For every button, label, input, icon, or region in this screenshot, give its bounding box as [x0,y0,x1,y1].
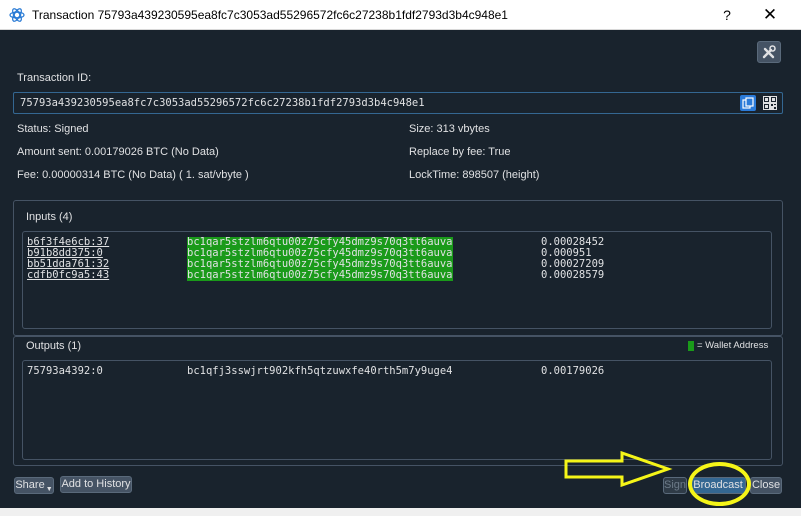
share-button[interactable]: Share▼ [14,477,54,494]
locktime-label: LockTime: 898507 (height) [409,169,540,181]
transaction-dialog: Transaction ID: 75793a439230595ea8fc7c30… [0,30,801,508]
inputs-title: Inputs (4) [26,211,73,223]
outputs-list[interactable]: 75793a4392:0 bc1qfj3sswjrt902kfh5qtzuwxf… [22,360,772,460]
outputs-title: Outputs (1) [26,340,82,352]
bottom-strip [0,508,801,516]
add-to-history-button[interactable]: Add to History [60,476,132,493]
help-button[interactable]: ? [715,3,739,27]
rbf-label: Replace by fee: True [409,146,511,158]
wallet-address-legend-swatch [688,341,694,351]
wrench-icon [762,45,776,59]
inputs-list[interactable]: b6f3f4e6cb:37 bc1qar5stzlm6qtu00z75cfy45… [22,231,772,329]
size-label: Size: 313 vbytes [409,123,490,135]
annotation-arrow-icon [564,451,673,487]
output-amount: 0.00179026 [541,365,605,377]
tools-button[interactable] [757,41,781,63]
copy-icon[interactable] [740,95,756,111]
fee-label: Fee: 0.00000314 BTC (No Data) ( 1. sat/v… [17,169,249,181]
electrum-logo-icon [9,8,25,22]
qr-code-icon[interactable] [762,95,778,111]
annotation-circle [688,462,751,506]
output-outpoint: 75793a4392:0 [27,365,103,377]
input-outpoint-link[interactable]: cdfb0fc9a5:43 [27,270,109,281]
input-address: bc1qar5stzlm6qtu00z75cfy45dmz9s70q3tt6au… [187,269,453,281]
close-button[interactable]: Close [750,477,782,494]
input-amount: 0.00028579 [541,269,605,281]
output-address: bc1qfj3sswjrt902kfh5qtzuwxfe40rth5m7y9ug… [187,365,453,377]
dropdown-arrow-icon: ▼ [45,486,53,493]
window-title: Transaction 75793a439230595ea8fc7c3053ad… [32,8,508,22]
window-close-button[interactable]: ✕ [758,3,782,27]
window-titlebar: Transaction 75793a439230595ea8fc7c3053ad… [0,0,801,30]
txid-value[interactable]: 75793a439230595ea8fc7c3053ad55296572fc6c… [20,97,425,109]
txid-label: Transaction ID: [17,72,92,84]
share-button-label: Share [15,479,45,491]
amount-sent-label: Amount sent: 0.00179026 BTC (No Data) [17,146,219,158]
status-label: Status: Signed [17,123,89,135]
wallet-address-legend-label: = Wallet Address [697,340,769,351]
txid-field[interactable]: 75793a439230595ea8fc7c3053ad55296572fc6c… [13,92,783,114]
